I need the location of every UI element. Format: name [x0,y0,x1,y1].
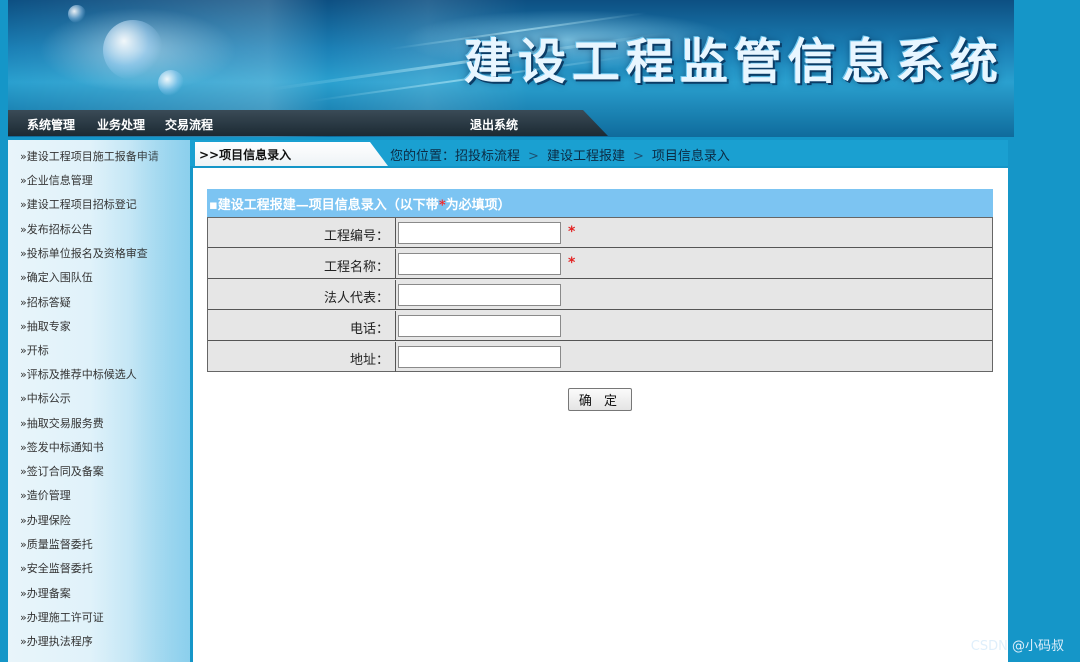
sidebar-item[interactable]: »抽取交易服务费 [20,415,104,431]
project-number-label: 工程编号： [323,229,389,244]
breadcrumb-prefix: 您的位置： [390,149,456,164]
label-cell: 法人代表： [208,280,396,309]
project-name-input[interactable] [398,253,561,275]
sidebar-item[interactable]: »办理备案 [20,585,71,601]
form-row-phone: 电话： [208,311,992,341]
address-input[interactable] [398,346,561,368]
system-title: 建设工程监管信息系统 [463,34,1004,90]
sidebar-item[interactable]: »办理执法程序 [20,633,93,649]
decorative-bubble [103,20,163,80]
form-title-suffix: 为必填项） [445,198,511,213]
form-row-project-name: 工程名称： * [208,249,992,279]
sidebar-item[interactable]: »质量监督委托 [20,536,93,552]
form-row-legal-rep: 法人代表： [208,280,992,310]
breadcrumb-separator: > [632,149,644,164]
breadcrumb-separator: > [528,149,539,164]
watermark: CSDN @小码叔 [970,639,1064,654]
address-label: 地址： [349,353,389,368]
label-cell: 电话： [208,311,396,340]
form-title-required-mark: * [438,198,446,213]
menu-item-transaction-flow[interactable]: 交易流程 [165,116,213,133]
form-row-address: 地址： [208,342,992,372]
sidebar-item[interactable]: »签发中标通知书 [20,439,104,455]
project-number-input[interactable] [398,222,561,244]
sidebar: »建设工程项目施工报备申请 »企业信息管理 »建设工程项目招标登记 »发布招标公… [8,140,190,662]
phone-label: 电话： [349,322,389,337]
required-mark: * [568,224,576,240]
form-row-project-number: 工程编号： * [208,218,992,248]
form-title-text: ▪建设工程报建—项目信息录入（以下带 [209,198,439,213]
logout-button[interactable]: 退出系统 [470,116,518,133]
tab-label: >>项目信息录入 [199,148,292,162]
label-cell: 工程名称： [208,249,396,278]
confirm-button[interactable]: 确 定 [568,388,632,411]
sidebar-item[interactable]: »办理施工许可证 [20,609,104,625]
label-cell: 工程编号： [208,218,396,247]
menu-item-business-processing[interactable]: 业务处理 [97,116,145,133]
label-cell: 地址： [208,342,396,372]
sidebar-item[interactable]: »办理保险 [20,512,71,528]
breadcrumb-item[interactable]: 招投标流程 [455,149,520,164]
sidebar-item[interactable]: »抽取专家 [20,318,71,334]
app-window: 建设工程监管信息系统 系统管理 业务处理 交易流程 退出系统 »建设工程项目施工… [0,0,1080,662]
phone-input[interactable] [398,315,561,337]
breadcrumb: 您的位置：招投标流程 > 建设工程报建 > 项目信息录入 [390,145,730,164]
sidebar-item[interactable]: »建设工程项目施工报备申请 [20,148,159,164]
breadcrumb-item[interactable]: 建设工程报建 [547,149,625,164]
sidebar-item[interactable]: »开标 [20,342,49,358]
sidebar-item[interactable]: »发布招标公告 [20,221,93,237]
sidebar-item[interactable]: »中标公示 [20,390,71,406]
sidebar-item[interactable]: »招标答疑 [20,294,71,310]
sidebar-item[interactable]: »投标单位报名及资格审查 [20,245,148,261]
sidebar-item[interactable]: »确定入围队伍 [20,269,93,285]
form-title: ▪建设工程报建—项目信息录入（以下带*为必填项） [209,194,511,213]
sidebar-item[interactable]: »建设工程项目招标登记 [20,196,137,212]
menu-item-system-management[interactable]: 系统管理 [27,116,75,133]
sidebar-item[interactable]: »企业信息管理 [20,172,93,188]
sidebar-item[interactable]: »评标及推荐中标候选人 [20,366,137,382]
legal-rep-label: 法人代表： [323,291,389,306]
sidebar-item[interactable]: »安全监督委托 [20,560,93,576]
sidebar-item[interactable]: »签订合同及备案 [20,463,104,479]
required-mark: * [568,255,576,271]
legal-rep-input[interactable] [398,284,561,306]
decorative-bubble [158,70,184,96]
project-name-label: 工程名称： [323,260,389,275]
sidebar-item[interactable]: »造价管理 [20,487,71,503]
project-info-form: 工程编号： * 工程名称： * 法人代表： 电话： 地址： [207,217,993,372]
breadcrumb-item-current: 项目信息录入 [651,149,730,164]
decorative-bubble [68,5,86,23]
top-menu-bar: 系统管理 业务处理 交易流程 退出系统 [8,110,608,136]
